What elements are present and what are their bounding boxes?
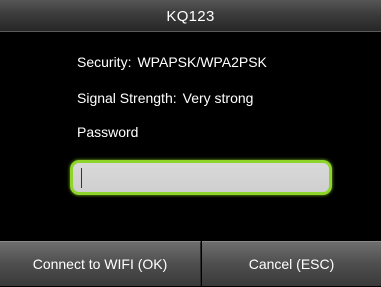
text-cursor: [81, 168, 82, 188]
title-bar: KQ123: [0, 0, 381, 32]
password-label: Password: [77, 124, 139, 140]
signal-strength-value: Very strong: [182, 90, 254, 106]
cancel-button[interactable]: Cancel (ESC): [202, 241, 381, 286]
password-field[interactable]: [70, 160, 332, 195]
signal-strength-label: Signal Strength:: [77, 90, 177, 106]
password-input[interactable]: [73, 163, 329, 192]
security-value: WPAPSK/WPA2PSK: [137, 54, 267, 70]
security-line: Security: WPAPSK/WPA2PSK: [77, 54, 267, 70]
security-label: Security:: [77, 54, 132, 70]
connect-to-wifi-button[interactable]: Connect to WIFI (OK): [0, 241, 201, 286]
button-bar: Connect to WIFI (OK) Cancel (ESC): [0, 241, 381, 286]
signal-strength-line: Signal Strength: Very strong: [77, 90, 253, 106]
window-title: KQ123: [166, 8, 215, 25]
